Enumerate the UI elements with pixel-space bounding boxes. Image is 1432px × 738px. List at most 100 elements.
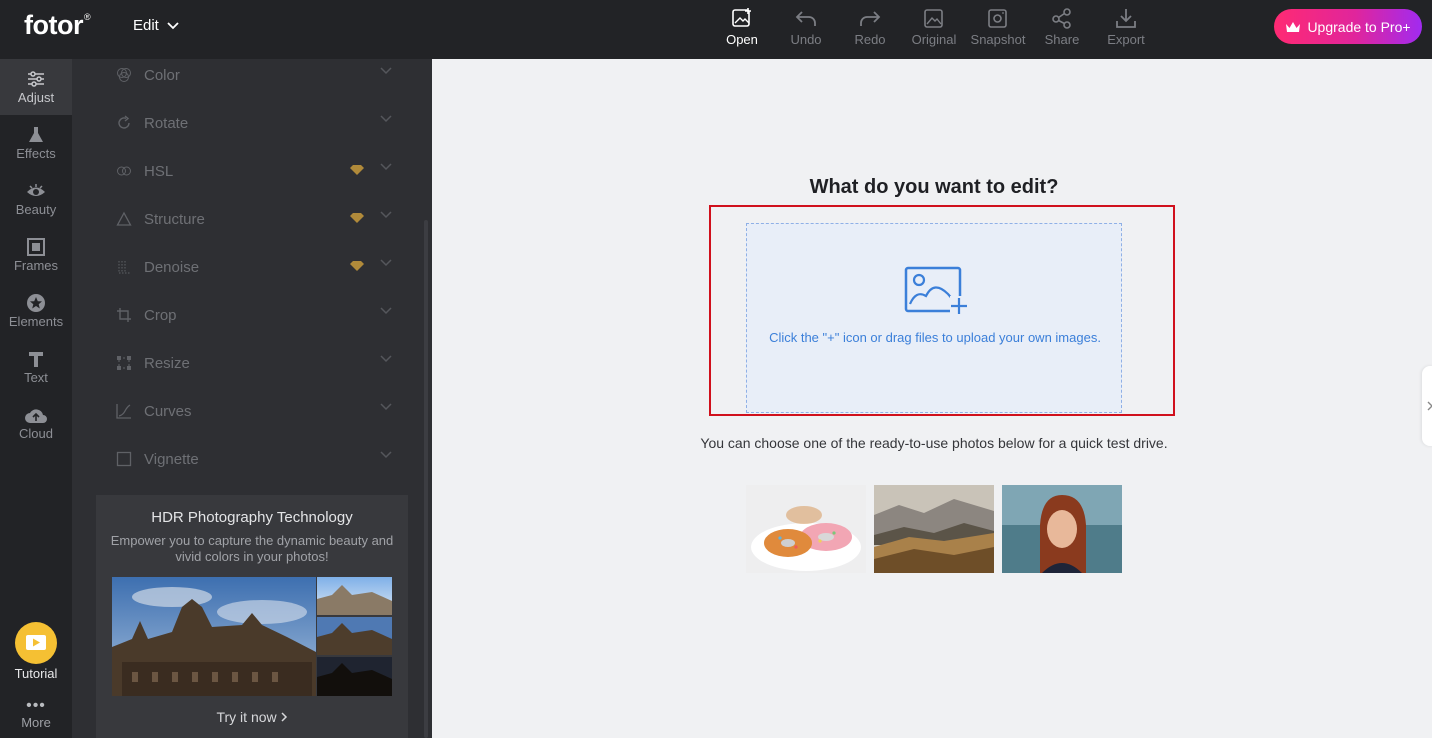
rail-item-frames[interactable]: Frames — [0, 227, 72, 283]
panel-row-color[interactable]: Color — [116, 51, 392, 99]
rail-label-frames: Frames — [13, 258, 59, 273]
rail-label-cloud: Cloud — [19, 426, 53, 441]
share-icon — [1052, 8, 1071, 29]
panel-row-label: Vignette — [144, 450, 199, 468]
rail-label-effects: Effects — [16, 146, 56, 161]
rail-item-beauty[interactable]: Beauty — [0, 171, 72, 227]
rail-item-text[interactable]: Text — [0, 339, 72, 395]
panel-row-curves[interactable]: Curves — [116, 387, 392, 435]
landscape-photo — [874, 485, 994, 573]
premium-diamond-icon — [350, 213, 364, 223]
panel-row-crop[interactable]: Crop — [116, 291, 392, 339]
redo-button[interactable]: Redo — [840, 6, 900, 47]
try-it-now-label: Try it now — [216, 709, 277, 725]
chevron-down-icon — [380, 355, 392, 363]
color-circles-icon — [117, 68, 131, 82]
export-button[interactable]: Export — [1096, 6, 1156, 47]
logo-registered-mark: ® — [83, 12, 91, 22]
hdr-description: Empower you to capture the dynamic beaut… — [110, 533, 394, 564]
flask-icon — [29, 127, 43, 142]
try-it-now-link[interactable]: Try it now — [96, 709, 408, 725]
tutorial-button[interactable] — [15, 622, 57, 664]
upgrade-to-pro-button[interactable]: Upgrade to Pro+ — [1274, 9, 1422, 44]
rail-item-cloud[interactable]: Cloud — [0, 395, 72, 451]
upload-dropzone[interactable]: Click the "+" icon or drag files to uplo… — [746, 223, 1122, 413]
export-download-icon — [1116, 9, 1136, 28]
snapshot-camera-icon — [988, 9, 1007, 28]
snapshot-label: Snapshot — [970, 32, 1026, 47]
upload-instructions: Click the "+" icon or drag files to uplo… — [769, 330, 1101, 345]
panel-row-label: HSL — [144, 162, 174, 180]
cloud-upload-icon — [25, 409, 47, 423]
edit-menu-dropdown[interactable]: Edit — [133, 17, 179, 34]
hdr-title: HDR Photography Technology — [151, 509, 353, 526]
frame-icon — [27, 238, 45, 256]
open-label: Open — [726, 32, 758, 47]
hsl-rings-icon — [117, 166, 131, 176]
rail-item-elements[interactable]: Elements — [0, 283, 72, 339]
side-panel-toggle[interactable] — [1422, 366, 1432, 446]
add-image-icon[interactable] — [904, 266, 968, 316]
open-button[interactable]: Open — [712, 6, 772, 47]
edit-menu-label: Edit — [133, 17, 159, 34]
eye-icon — [27, 184, 45, 196]
sample-photo-portrait[interactable] — [1002, 485, 1122, 573]
chevron-down-icon — [380, 403, 392, 411]
panel-row-resize[interactable]: Resize — [116, 339, 392, 387]
tutorial-label: Tutorial — [14, 666, 58, 681]
crop-icon — [117, 308, 131, 322]
panel-row-rotate[interactable]: Rotate — [116, 99, 392, 147]
rail-item-adjust[interactable]: Adjust — [0, 59, 72, 115]
chevron-down-icon — [380, 307, 392, 315]
original-image-icon — [924, 9, 943, 28]
rail-label-elements: Elements — [8, 314, 64, 329]
redo-label: Redo — [854, 32, 886, 47]
share-button[interactable]: Share — [1032, 6, 1092, 47]
hdr-building-photo — [112, 577, 392, 696]
resize-icon — [117, 356, 131, 370]
chevron-down-icon — [380, 259, 392, 267]
panel-row-hsl[interactable]: HSL — [116, 147, 392, 195]
chevron-right-icon — [1427, 401, 1432, 411]
upgrade-label: Upgrade to Pro+ — [1307, 18, 1411, 35]
more-label[interactable]: More — [0, 715, 72, 730]
undo-icon — [795, 11, 816, 26]
panel-row-label: Curves — [144, 402, 192, 420]
curves-icon — [116, 404, 131, 419]
denoise-grid-icon — [118, 261, 130, 274]
open-image-icon — [732, 8, 751, 27]
rail-label-adjust: Adjust — [17, 90, 55, 105]
rail-item-effects[interactable]: Effects — [0, 115, 72, 171]
rail-label-beauty: Beauty — [15, 202, 57, 217]
hdr-promo-card: HDR Photography Technology Empower you t… — [96, 495, 408, 738]
original-button[interactable]: Original — [904, 6, 964, 47]
rotate-icon — [118, 115, 130, 129]
chevron-down-icon — [380, 67, 392, 75]
portrait-photo — [1002, 485, 1122, 573]
undo-button[interactable]: Undo — [776, 6, 836, 47]
export-label: Export — [1107, 32, 1145, 47]
panel-row-label: Color — [144, 66, 180, 84]
crown-icon — [1286, 21, 1301, 32]
panel-row-structure[interactable]: Structure — [116, 195, 392, 243]
panel-row-label: Structure — [144, 210, 205, 228]
sample-photo-donuts[interactable] — [746, 485, 866, 573]
panel-scrollbar[interactable] — [424, 220, 428, 738]
premium-diamond-icon — [350, 165, 364, 175]
fotor-logo[interactable]: fotor® — [24, 10, 91, 41]
chevron-down-icon — [380, 115, 392, 123]
premium-diamond-icon — [350, 261, 364, 271]
main-heading: What do you want to edit? — [809, 176, 1059, 198]
more-dots-icon[interactable]: ••• — [0, 697, 72, 715]
sample-photo-landscape[interactable] — [874, 485, 994, 573]
redo-icon — [860, 11, 881, 26]
panel-row-vignette[interactable]: Vignette — [116, 435, 392, 483]
snapshot-button[interactable]: Snapshot — [968, 6, 1028, 47]
rail-label-text: Text — [24, 370, 48, 385]
chevron-down-icon — [380, 211, 392, 219]
panel-row-label: Rotate — [144, 114, 189, 132]
share-label: Share — [1044, 32, 1080, 47]
panel-row-denoise[interactable]: Denoise — [116, 243, 392, 291]
panel-row-label: Denoise — [144, 258, 200, 276]
sample-photos-hint: You can choose one of the ready-to-use p… — [700, 435, 1168, 451]
